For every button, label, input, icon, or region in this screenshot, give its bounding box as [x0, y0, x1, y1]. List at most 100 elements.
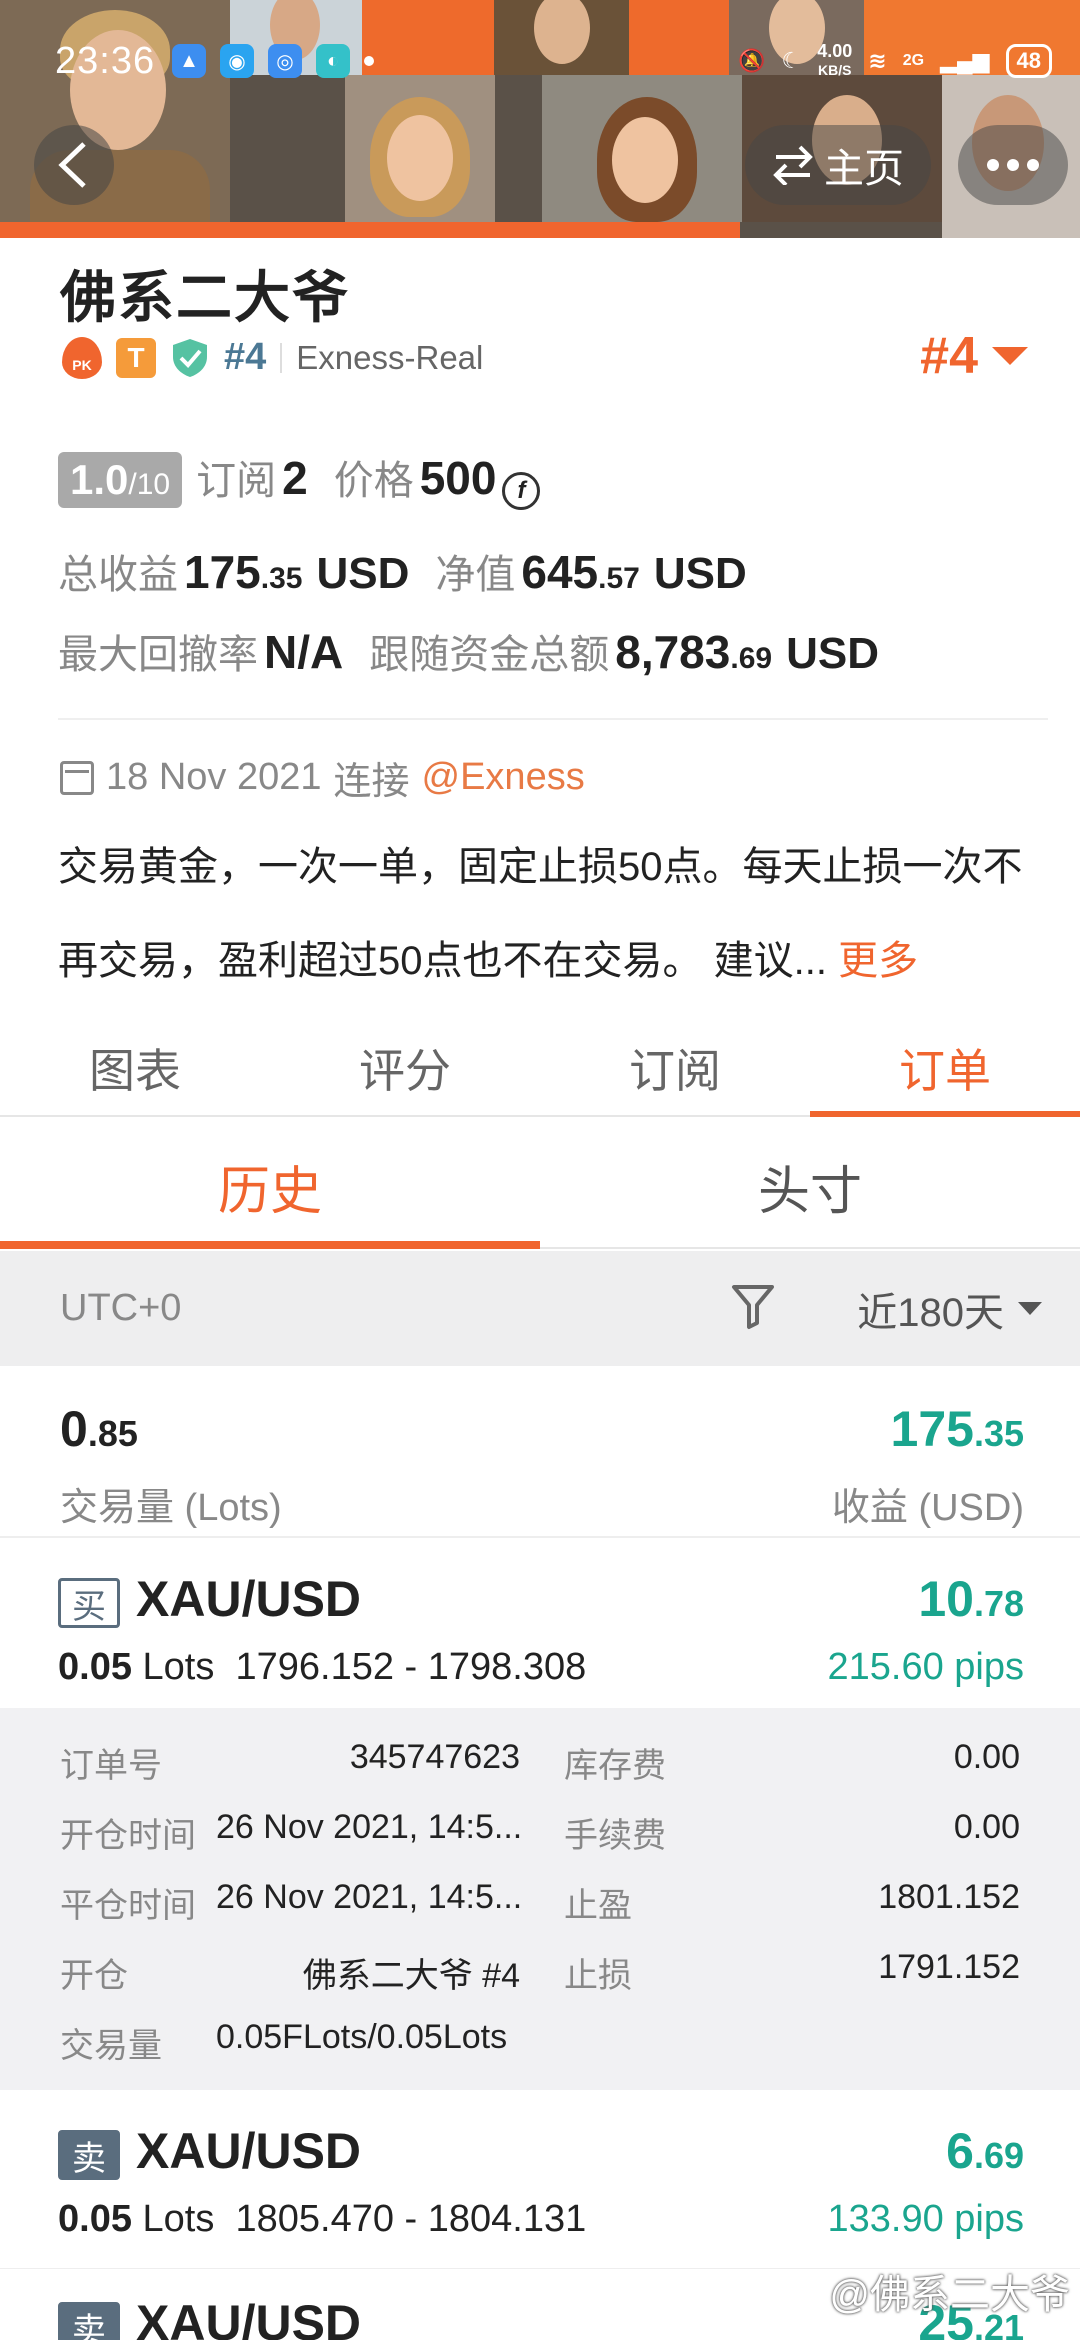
subtab-positions[interactable]: 头寸: [540, 1117, 1080, 1247]
calendar-icon: [60, 760, 94, 795]
more-options-button[interactable]: [958, 125, 1068, 205]
total-profit-value: 175.35: [184, 545, 302, 599]
score-badge: 1.0/10: [58, 452, 183, 508]
tab-rating[interactable]: 评分: [270, 1015, 540, 1115]
subtab-history[interactable]: 历史: [0, 1117, 540, 1249]
order-price-range: 1805.470 - 1804.131: [235, 2198, 587, 2240]
more-link[interactable]: 更多: [838, 939, 918, 983]
summary-lots-label: 交易量 (Lots): [60, 1487, 282, 1529]
open-by-value: 佛系二大爷 #4: [302, 1957, 520, 1995]
total-profit-int: 175: [184, 546, 261, 598]
main-tabs: 图表 评分 订阅 订单: [0, 1015, 1080, 1117]
back-button[interactable]: [34, 125, 114, 205]
summary-lots-dec: .85: [87, 1413, 138, 1454]
verified-shield-icon: [173, 338, 207, 377]
max-drawdown-value: N/A: [264, 626, 344, 678]
pk-fire-badge-icon: PK: [62, 336, 102, 379]
summary-lots-int: 0: [60, 1401, 88, 1457]
tab-subscribe[interactable]: 订阅: [540, 1015, 810, 1115]
qq-notification-icon: ◉: [220, 44, 254, 78]
score-value: 1.0: [70, 456, 129, 503]
equity-label: 净值: [435, 553, 516, 597]
equity-dec: .57: [598, 562, 640, 595]
commission-value: 0.00: [953, 1808, 1020, 1846]
watermark: @佛系二大爷: [829, 2273, 1070, 2317]
summary-profit-dec: .35: [973, 1413, 1024, 1454]
tab-orders[interactable]: 订单: [810, 1015, 1080, 1117]
take-profit-label: 止盈: [564, 1887, 632, 1925]
divider: [280, 342, 283, 373]
price-label: 价格: [333, 459, 414, 503]
tab-chart[interactable]: 图表: [0, 1015, 270, 1115]
broker-link[interactable]: @Exness: [422, 756, 585, 799]
trader-badge-icon: T: [116, 337, 156, 378]
order-pips: 215.60 pips: [827, 1646, 1025, 1688]
connect-label: 连接: [333, 761, 410, 803]
mute-icon: 🔕: [738, 47, 766, 73]
max-drawdown-label: 最大回撤率: [58, 633, 258, 677]
subscribe-count: 2: [282, 452, 308, 504]
score-total: /10: [128, 468, 171, 501]
period-label: 近180天: [857, 1290, 1004, 1335]
follow-funds-int: 8,783: [615, 626, 731, 678]
order-symbol: XAU/USD: [136, 2123, 362, 2179]
stats-row-1: 1.0/10 订阅 2 价格 500 f: [58, 448, 541, 510]
chevron-left-icon: [58, 142, 86, 188]
order-profit-dec: .78: [973, 1583, 1024, 1624]
equity-int: 645: [521, 546, 599, 598]
speed-unit: KB/S: [818, 62, 852, 78]
swap-label: 库存费: [564, 1747, 666, 1785]
description-line: 交易黄金，一次一单，固定止损50点。每天止损一次不: [58, 845, 1023, 889]
home-button[interactable]: 主页: [745, 125, 931, 205]
open-time-label: 开仓时间: [60, 1817, 196, 1855]
wifi-icon: ≋: [868, 47, 887, 73]
order-row[interactable]: 买 XAU/USD 10.78 0.05 Lots 1796.152 - 179…: [0, 1540, 1080, 1710]
order-pips: 133.90 pips: [827, 2198, 1025, 2240]
banner-accent-strip: [0, 222, 740, 238]
order-profit-dec: .69: [973, 2135, 1024, 2176]
status-time: 23:36: [55, 40, 156, 82]
swap-value: 0.00: [953, 1738, 1020, 1776]
filter-funnel-icon[interactable]: [730, 1281, 776, 1331]
subscribe-label: 订阅: [196, 459, 277, 503]
volume-label: 交易量: [60, 2027, 162, 2065]
order-price-range: 1796.152 - 1798.308: [235, 1646, 587, 1688]
order-side-badge: 卖: [58, 2302, 120, 2340]
network-speed: 4.00 KB/S: [817, 42, 852, 79]
notification-icons: ▲ ◉ ◎ ◐: [172, 44, 374, 78]
order-symbol: XAU/USD: [136, 2295, 362, 2340]
follow-funds-label: 跟随资金总额: [369, 633, 610, 677]
dot-icon: [1027, 159, 1039, 171]
close-time-label: 平仓时间: [60, 1887, 196, 1925]
order-profit-int: 6: [946, 2123, 974, 2179]
profile-name: 佛系二大爷: [60, 266, 350, 329]
strategy-description: 交易黄金，一次一单，固定止损50点。每天止损一次不 再交易，盈利超过50点也不在…: [58, 820, 1058, 1008]
volume-value: 0.05FLots/0.05Lots: [216, 2018, 508, 2056]
stop-loss-value: 1791.152: [878, 1948, 1020, 1986]
summary-lots: 0.85: [60, 1400, 138, 1458]
order-profit: 6.69: [946, 2122, 1024, 2180]
moon-icon: ☾: [781, 47, 802, 73]
description-line-2: 再交易，盈利超过50点也不在交易。 建议... 更多: [58, 914, 1058, 1008]
status-right: 🔕 ☾ 4.00 KB/S ≋ 2G ▂▄▆ 48: [738, 42, 1052, 79]
order-no-label: 订单号: [60, 1747, 162, 1785]
rank-selector[interactable]: #4: [920, 326, 1028, 386]
home-label: 主页: [824, 147, 904, 191]
open-time-value: 26 Nov 2021, 14:5...: [216, 1808, 523, 1846]
order-no-value: 345747623: [349, 1738, 520, 1776]
stop-loss-label: 止损: [564, 1957, 632, 1995]
price-value: 500: [419, 452, 497, 504]
section-divider: [58, 718, 1048, 720]
caret-down-icon: [1018, 1302, 1042, 1315]
connect-info: 18 Nov 2021 连接 @Exness: [60, 750, 585, 805]
close-time-value: 26 Nov 2021, 14:5...: [216, 1878, 523, 1916]
follow-funds-unit: USD: [786, 629, 879, 678]
summary-profit-label: 收益 (USD): [831, 1487, 1024, 1529]
order-row[interactable]: 卖 XAU/USD 6.69 0.05 Lots 1805.470 - 1804…: [0, 2094, 1080, 2264]
order-lots: 0.05: [58, 2198, 132, 2240]
profile-banner: 23:36 ▲ ◉ ◎ ◐ 🔕 ☾ 4.00 KB/S ≋ 2G ▂▄▆ 48 主…: [0, 0, 1080, 238]
order-lots-line: 0.05 Lots 1805.470 - 1804.131: [58, 2198, 586, 2241]
take-profit-value: 1801.152: [878, 1878, 1020, 1916]
order-lots-unit: Lots: [142, 1646, 215, 1688]
period-selector[interactable]: 近180天: [857, 1280, 1042, 1338]
